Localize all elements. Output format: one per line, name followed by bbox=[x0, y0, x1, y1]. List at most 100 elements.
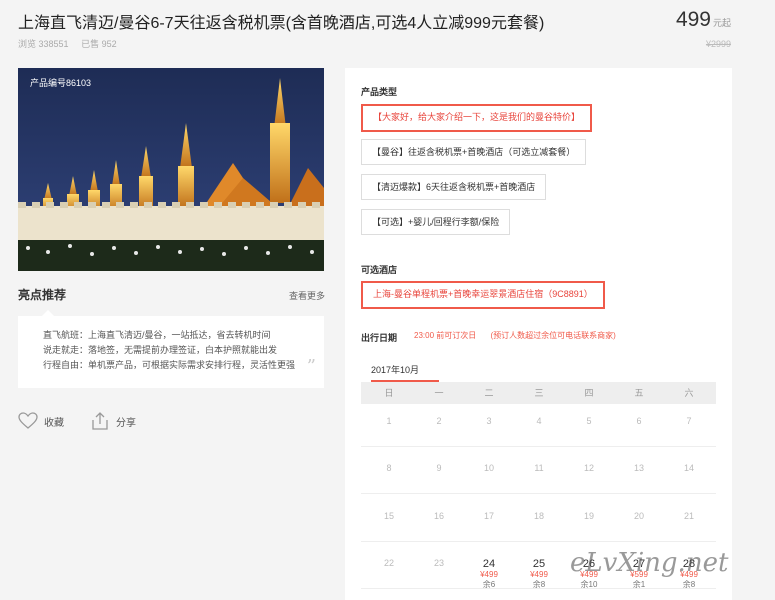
calendar-day: 23 bbox=[414, 558, 464, 568]
calendar-day: 9 bbox=[414, 463, 464, 473]
price-unit: 元起 bbox=[712, 18, 731, 28]
day-number: 9 bbox=[436, 463, 442, 473]
day-number: 14 bbox=[683, 463, 694, 473]
highlights-title: 亮点推荐 bbox=[18, 288, 67, 302]
booking-cutoff-note: 23:00 前可订次日 (预订人数超过余位可电话联系商家) bbox=[414, 330, 616, 341]
calendar-day: 21 bbox=[664, 511, 714, 521]
calendar-day: 13 bbox=[614, 463, 664, 473]
day-number: 12 bbox=[583, 463, 594, 473]
hotel-label: 可选酒店 bbox=[361, 265, 398, 275]
day-number: 24 bbox=[482, 558, 496, 570]
highlights-box: 直飞航班：上海直飞清迈/曼谷，一站抵达，省去转机时间 说走就走：落地签，无需提前… bbox=[18, 310, 324, 388]
share-button[interactable]: 分享 bbox=[90, 412, 136, 430]
product-type-option-1[interactable]: 【曼谷】往返含税机票+首晚酒店（可选立减套餐） bbox=[361, 139, 587, 165]
heart-icon bbox=[18, 412, 38, 429]
day-price: ¥499 bbox=[530, 570, 548, 579]
day-number: 1 bbox=[386, 416, 392, 426]
calendar-day: 3 bbox=[464, 416, 514, 426]
day-number: 20 bbox=[633, 511, 644, 521]
weekday: 日 bbox=[384, 388, 394, 398]
day-number: 25 bbox=[532, 558, 546, 570]
original-price: ¥2999 bbox=[705, 39, 731, 49]
day-number: 19 bbox=[583, 511, 594, 521]
day-number: 16 bbox=[433, 511, 444, 521]
day-seats-left: 余8 bbox=[682, 580, 696, 589]
see-more-link[interactable]: 查看更多 bbox=[289, 289, 325, 302]
day-number: 18 bbox=[533, 511, 544, 521]
day-number: 6 bbox=[636, 416, 642, 426]
day-number: 22 bbox=[383, 558, 394, 568]
day-seats-left: 余10 bbox=[580, 580, 598, 589]
calendar-day: 20 bbox=[614, 511, 664, 521]
product-type-option-0[interactable]: 【大家好，给大家介绍一下，这是我们的曼谷特价】 bbox=[361, 104, 593, 132]
calendar-weekday-header: 日 一 二 三 四 五 六 bbox=[361, 382, 716, 404]
booking-panel: 产品类型 【大家好，给大家介绍一下，这是我们的曼谷特价】 【曼谷】往返含税机票+… bbox=[345, 68, 732, 600]
day-number: 4 bbox=[536, 416, 542, 426]
calendar-day: 14 bbox=[664, 463, 714, 473]
weekday: 一 bbox=[434, 388, 444, 398]
calendar-row-divider bbox=[361, 446, 716, 447]
product-number: 产品编号86103 bbox=[30, 78, 92, 88]
month-tab[interactable]: 2017年10月 bbox=[371, 363, 419, 376]
sold-count: 已售 952 bbox=[81, 39, 117, 49]
day-number: 2 bbox=[436, 416, 442, 426]
calendar-row-divider bbox=[361, 493, 716, 494]
calendar-day: 4 bbox=[514, 416, 564, 426]
product-type-option-3[interactable]: 【可选】+婴儿/回程行李额/保险 bbox=[361, 209, 511, 235]
day-number: 23 bbox=[433, 558, 444, 568]
day-number: 11 bbox=[534, 463, 544, 473]
share-icon bbox=[92, 412, 108, 430]
calendar-day: 10 bbox=[464, 463, 514, 473]
calendar-day: 17 bbox=[464, 511, 514, 521]
calendar-day: 16 bbox=[414, 511, 464, 521]
view-sold-stats: 浏览 338551 已售 952 bbox=[18, 37, 127, 50]
day-number: 15 bbox=[383, 511, 394, 521]
watermark-logo: eLvXing.net bbox=[570, 548, 729, 578]
weekday: 二 bbox=[484, 388, 494, 398]
calendar-day[interactable]: 24 ¥499 余6 bbox=[464, 558, 514, 590]
share-label: 分享 bbox=[116, 417, 136, 429]
day-seats-left: 余8 bbox=[532, 580, 546, 589]
calendar-day: 2 bbox=[414, 416, 464, 426]
day-number: 8 bbox=[386, 463, 392, 473]
hotel-option[interactable]: 上海-曼谷单程机票+首晚幸运翠景酒店住宿（9C8891） bbox=[361, 281, 605, 309]
product-type-option-2[interactable]: 【清迈爆款】6天往返含税机票+首晚酒店 bbox=[361, 174, 547, 200]
day-number: 7 bbox=[686, 416, 692, 426]
calendar-day: 7 bbox=[664, 416, 714, 426]
highlight-line: 直飞航班：上海直飞清迈/曼谷，一站抵达，省去转机时间 bbox=[43, 330, 271, 340]
callout-arrow bbox=[42, 310, 54, 316]
temple-illustration bbox=[18, 68, 324, 271]
calendar-day: 15 bbox=[364, 511, 414, 521]
highlight-line: 行程自由：单机票产品，可根据实际需求安排行程，灵活性更强 bbox=[43, 360, 296, 370]
day-number: 3 bbox=[486, 416, 492, 426]
price-block: 499 元起 bbox=[676, 8, 731, 32]
calendar-row-divider bbox=[361, 541, 716, 542]
favorite-label: 收藏 bbox=[44, 417, 64, 429]
calendar-day: 1 bbox=[364, 416, 414, 426]
contact-note: (预订人数超过余位可电话联系商家) bbox=[490, 331, 616, 340]
highlight-line: 说走就走：落地签，无需提前办理签证，白本护照就能出发 bbox=[43, 345, 278, 355]
weekday: 五 bbox=[634, 388, 644, 398]
day-price: ¥499 bbox=[480, 570, 498, 579]
day-number: 21 bbox=[683, 511, 694, 521]
product-title: 上海直飞清迈/曼谷6-7天往返含税机票(含首晚酒店,可选4人立减999元套餐) bbox=[18, 15, 545, 32]
weekday: 六 bbox=[684, 388, 694, 398]
calendar-day: 6 bbox=[614, 416, 664, 426]
day-number: 13 bbox=[633, 463, 644, 473]
day-number: 17 bbox=[483, 511, 494, 521]
view-count: 浏览 338551 bbox=[18, 39, 69, 49]
calendar-day[interactable]: 25 ¥499 余8 bbox=[514, 558, 564, 590]
calendar-day: 5 bbox=[564, 416, 614, 426]
favorite-button[interactable]: 收藏 bbox=[18, 412, 64, 430]
hero-image[interactable]: 产品编号86103 bbox=[18, 68, 324, 271]
calendar-day: 8 bbox=[364, 463, 414, 473]
quote-icon: ” bbox=[306, 356, 316, 377]
day-number: 10 bbox=[483, 463, 494, 473]
day-number: 5 bbox=[586, 416, 592, 426]
calendar-day: 11 bbox=[514, 463, 564, 473]
price-value: 499 bbox=[675, 8, 711, 31]
weekday: 三 bbox=[534, 388, 544, 398]
cutoff-note: 23:00 前可订次日 bbox=[414, 331, 477, 340]
weekday: 四 bbox=[584, 388, 594, 398]
travel-date-label: 出行日期 bbox=[361, 333, 398, 343]
